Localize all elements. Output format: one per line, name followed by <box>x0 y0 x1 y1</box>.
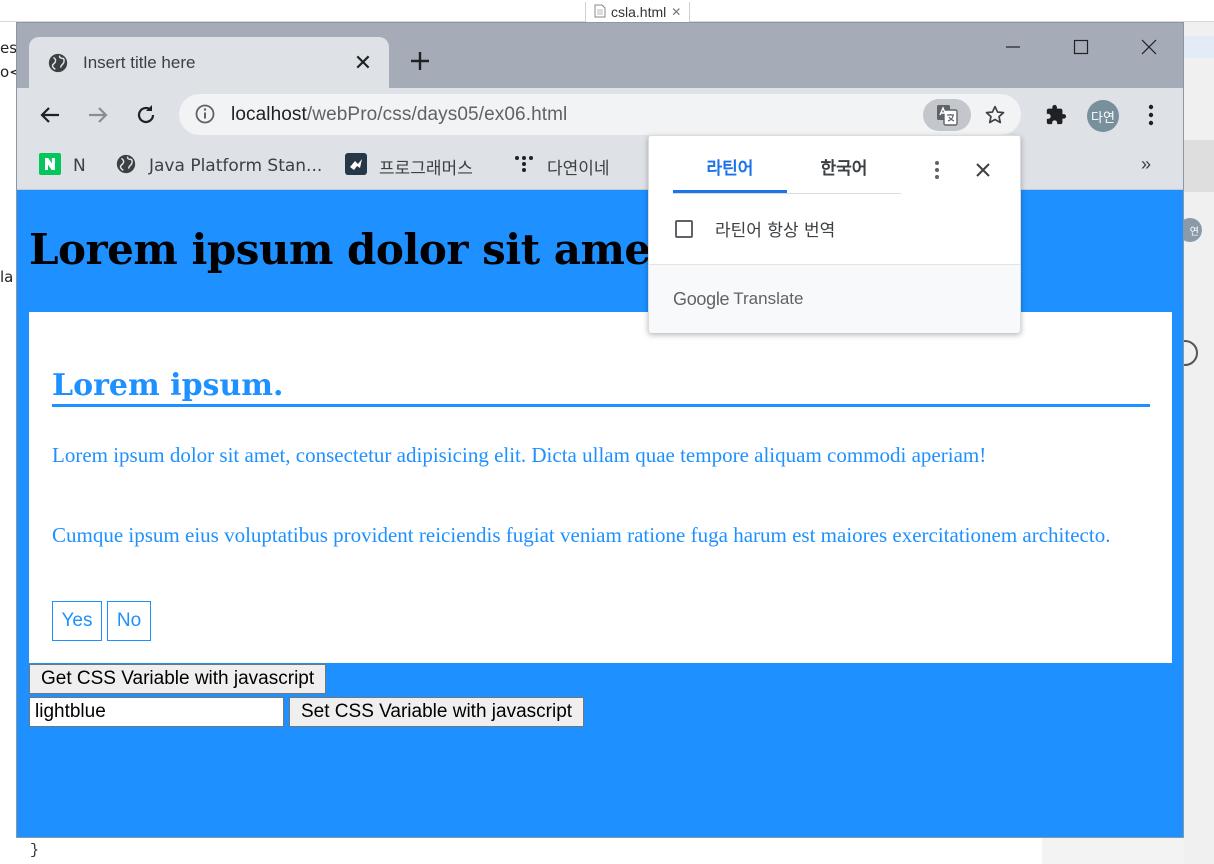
translate-button[interactable] <box>923 99 971 131</box>
translate-close-button[interactable] <box>971 158 995 182</box>
translate-options-button[interactable] <box>925 158 949 182</box>
no-button[interactable]: No <box>107 601 151 641</box>
programmers-icon <box>345 152 367 180</box>
arrow-left-icon <box>40 107 59 123</box>
translate-footer: Google Translate <box>649 264 1020 333</box>
page-heading: Lorem ipsum dolor sit amet. <box>29 225 684 274</box>
naver-icon <box>39 152 61 180</box>
translate-icon <box>937 105 958 126</box>
bookmark-label: 다연이네 <box>547 158 610 179</box>
title-bar[interactable]: Insert title here ✕ <box>17 23 1183 88</box>
url-path: /webPro/css/days05/ex06.html <box>306 103 568 125</box>
browser-tab[interactable]: Insert title here ✕ <box>29 37 389 88</box>
puzzle-icon <box>1046 104 1067 125</box>
profile-avatar[interactable]: 다연 <box>1087 100 1119 132</box>
background-avatar-label: 연 <box>1189 226 1199 238</box>
bookmark-programmers[interactable]: 프로그래머스 <box>345 152 473 180</box>
background-text-fragment: la <box>0 268 14 286</box>
tab-latin[interactable]: 라틴어 <box>673 150 787 193</box>
background-editor-tab[interactable]: csla.html ✕ <box>585 2 691 22</box>
more-vertical-icon <box>1148 104 1154 126</box>
close-icon <box>1141 39 1157 55</box>
url-text: localhost/webPro/css/days05/ex06.html <box>231 104 567 126</box>
minimize-icon <box>1006 46 1020 48</box>
close-window-button[interactable] <box>1125 33 1173 61</box>
tab-title: Insert title here <box>83 52 196 72</box>
bookmark-star-button[interactable] <box>982 102 1008 128</box>
yes-button[interactable]: Yes <box>52 601 102 641</box>
file-icon <box>594 4 606 21</box>
reload-icon <box>137 105 155 124</box>
bookmarks-more-button[interactable]: » <box>1141 154 1151 175</box>
new-tab-button[interactable] <box>409 49 431 77</box>
browser-menu-button[interactable] <box>1137 100 1165 130</box>
browser-toolbar: localhost/webPro/css/days05/ex06.html 다연 <box>17 88 1183 142</box>
card-paragraph: Lorem ipsum dolor sit amet, consectetur … <box>52 443 987 467</box>
always-translate-checkbox[interactable] <box>675 219 693 238</box>
bookmark-dayeon[interactable]: 다연이네 <box>513 153 610 180</box>
maximize-icon <box>1073 39 1089 55</box>
set-css-variable-button[interactable]: Set CSS Variable with javascript <box>289 697 585 727</box>
back-button[interactable] <box>35 100 65 130</box>
bookmark-label: 프로그래머스 <box>379 158 473 179</box>
content-card: Lorem ipsum. Lorem ipsum dolor sit amet,… <box>29 312 1172 663</box>
background-code-line: } <box>30 842 40 859</box>
address-bar[interactable]: localhost/webPro/css/days05/ex06.html <box>179 94 1021 135</box>
arrow-right-icon <box>89 107 108 123</box>
tab-korean[interactable]: 한국어 <box>787 150 901 193</box>
plus-icon <box>411 52 429 70</box>
reload-button[interactable] <box>131 100 161 130</box>
background-toolbar-band <box>1184 140 1214 192</box>
background-selection-strip <box>1184 36 1214 58</box>
minimize-button[interactable] <box>989 33 1037 61</box>
bookmark-naver[interactable]: N <box>39 152 86 180</box>
star-icon <box>985 105 1005 124</box>
url-host: localhost <box>231 103 307 125</box>
forward-button[interactable] <box>83 100 113 130</box>
translate-label: Translate <box>733 289 804 308</box>
background-code-editor: } <box>16 838 1042 864</box>
background-text-fragment: es <box>0 39 18 57</box>
extensions-button[interactable] <box>1041 100 1071 130</box>
always-translate-label: 라틴어 항상 번역 <box>715 221 836 241</box>
color-input[interactable]: lightblue <box>29 697 284 727</box>
card-paragraph: Cumque ipsum eius voluptatibus provident… <box>52 523 1111 547</box>
globe-icon <box>47 52 69 74</box>
maximize-button[interactable] <box>1057 33 1105 61</box>
background-right-panel: 연 <box>1172 22 1214 864</box>
profile-label: 다연 <box>1091 110 1115 126</box>
tab-close-icon[interactable]: ✕ <box>351 50 375 76</box>
info-icon[interactable] <box>195 104 217 126</box>
always-translate-row[interactable]: 라틴어 항상 번역 <box>675 216 835 241</box>
dots-logo-icon <box>513 153 535 180</box>
close-icon[interactable]: ✕ <box>671 5 681 19</box>
google-logo: Google <box>673 288 730 310</box>
background-left-panel: es o< la <box>0 22 22 864</box>
more-vertical-icon <box>935 161 939 179</box>
google-logo-text: Google <box>673 288 730 309</box>
get-css-variable-button[interactable]: Get CSS Variable with javascript <box>29 664 327 694</box>
background-editor-tab-label: csla.html <box>611 4 667 20</box>
bookmark-label: Java Platform Stan... <box>149 156 323 176</box>
close-icon <box>976 163 990 177</box>
bookmark-java-platform[interactable]: Java Platform Stan... <box>115 154 322 178</box>
background-editor-tabbar: csla.html ✕ <box>0 0 1214 22</box>
translate-language-tabs: 라틴어 한국어 <box>673 150 901 194</box>
card-heading: Lorem ipsum. <box>52 368 1150 407</box>
bookmark-label: N <box>73 156 86 176</box>
globe-icon <box>115 153 137 180</box>
translate-popup: 라틴어 한국어 라틴어 항상 번역 Google Translate <box>648 135 1021 333</box>
